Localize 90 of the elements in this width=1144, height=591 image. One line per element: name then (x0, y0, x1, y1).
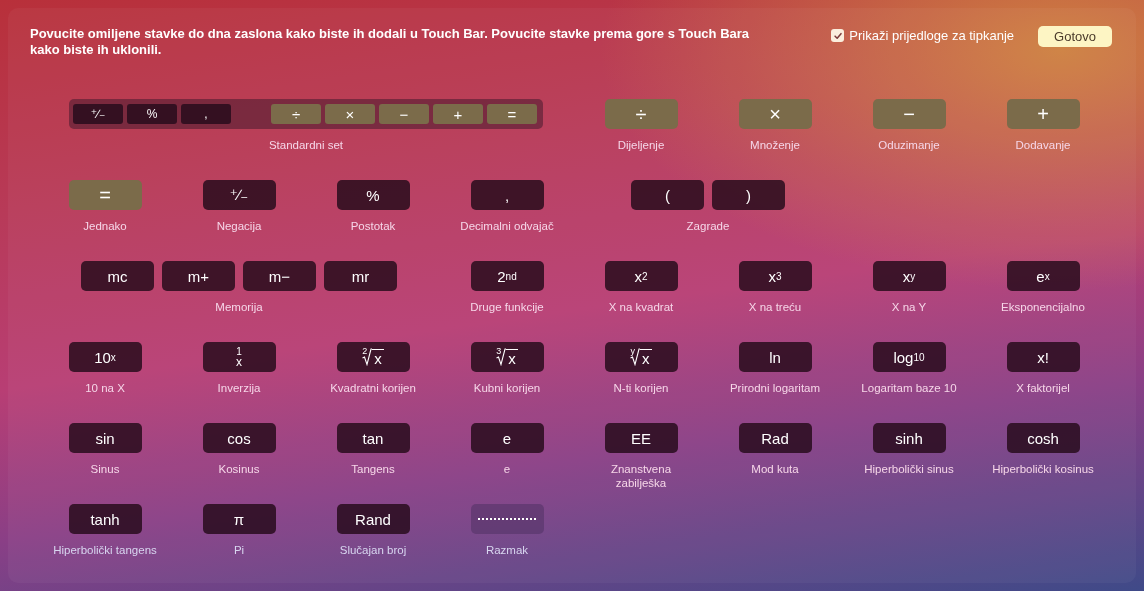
key-label: Pi (233, 543, 245, 557)
key-label: Hiperbolički tangens (53, 543, 157, 557)
calculator-key[interactable]: ÷ (604, 99, 678, 129)
key-label: X na kvadrat (608, 300, 674, 314)
calculator-key: % (127, 104, 177, 124)
key-label: Kubni korijen (473, 381, 541, 395)
calculator-key[interactable]: x$^{y}$ (872, 261, 946, 291)
key-label: Hiperbolički sinus (864, 462, 954, 476)
key-label: Mod kuta (751, 462, 799, 476)
key-label: Standardni set (268, 138, 344, 152)
calculator-key[interactable]: mr (324, 261, 397, 291)
calculator-key[interactable]: cos (202, 423, 276, 453)
key-label: Prirodni logaritam (729, 381, 821, 395)
calculator-key: , (181, 104, 231, 124)
checkbox-label[interactable]: Prikaži prijedloge za tipkanje (849, 28, 1015, 43)
checkbox[interactable] (831, 29, 845, 42)
calculator-key[interactable]: ⁺∕₋ (202, 180, 276, 210)
calculator-key[interactable]: , (470, 180, 544, 210)
key-label: Memorija (215, 300, 263, 314)
key-label: Inverzija (217, 381, 261, 395)
calculator-key[interactable]: m− (243, 261, 316, 291)
key-label: Zagrade (686, 219, 730, 233)
calculator-key[interactable]: 2 x (336, 342, 410, 372)
key-label: e (503, 462, 511, 476)
calculator-key[interactable]: tanh (68, 504, 142, 534)
calculator-key[interactable]: tan (336, 423, 410, 453)
spacer-key[interactable] (470, 504, 544, 534)
key-label: Sinus (90, 462, 120, 476)
done-button[interactable]: Gotovo (1038, 26, 1112, 47)
calculator-key[interactable]: = (68, 180, 142, 210)
calculator-key[interactable]: sinh (872, 423, 946, 453)
calculator-key[interactable]: + (1006, 99, 1080, 129)
standard-set-bar[interactable]: ⁺∕₋ % , ÷ × − + = (69, 99, 543, 129)
key-label: X na treću (748, 300, 802, 314)
radical-sign-icon (496, 347, 507, 366)
key-label: Druge funkcije (470, 300, 544, 314)
calculator-key: ÷ (271, 104, 321, 124)
calculator-key[interactable]: cosh (1006, 423, 1080, 453)
calculator-key[interactable]: y x (604, 342, 678, 372)
key-label: Kvadratni korijen (330, 381, 416, 395)
calculator-key[interactable]: Rand (336, 504, 410, 534)
calculator-key[interactable]: x! (1006, 342, 1080, 372)
calculator-key: ⁺∕₋ (73, 104, 123, 124)
key-label: Slučajan broj (339, 543, 407, 557)
calculator-key[interactable]: Rad (738, 423, 812, 453)
calculator-key[interactable]: × (738, 99, 812, 129)
calculator-key[interactable]: e (470, 423, 544, 453)
calculator-key[interactable]: 10$^{x}$ (68, 342, 142, 372)
calculator-key: × (325, 104, 375, 124)
key-label: 10 na X (85, 381, 125, 395)
key-label: Negacija (216, 219, 262, 233)
key-label: Postotak (350, 219, 396, 233)
calculator-key[interactable]: sin (68, 423, 142, 453)
key-label: N-ti korijen (613, 381, 669, 395)
key-label: Tangens (351, 462, 395, 476)
calculator-key[interactable]: 2$^{nd}$ (470, 261, 544, 291)
calculator-key[interactable]: 3 x (470, 342, 544, 372)
calculator-key: = (487, 104, 537, 124)
calculator-key[interactable]: − (872, 99, 946, 129)
key-label: Hiperbolički kosinus (992, 462, 1094, 476)
calculator-key[interactable]: ( (631, 180, 704, 210)
key-label: Množenje (750, 138, 800, 152)
calculator-key[interactable]: EE (604, 423, 678, 453)
calculator-key[interactable]: % (336, 180, 410, 210)
calculator-key[interactable]: m+ (162, 261, 235, 291)
key-label: X faktorijel (1016, 381, 1070, 395)
calculator-key: − (379, 104, 429, 124)
key-label: Dijeljenje (617, 138, 665, 152)
key-label: Razmak (485, 543, 529, 557)
calculator-key[interactable]: ) (712, 180, 785, 210)
radical-sign-icon (630, 347, 640, 366)
key-label: X na Y (891, 300, 927, 314)
key-label: Decimalni odvajač (460, 219, 554, 233)
key-label: Eksponencijalno (1001, 300, 1085, 314)
calculator-key[interactable]: e$^{x}$ (1006, 261, 1080, 291)
calculator-key[interactable]: π (202, 504, 276, 534)
calculator-key[interactable]: mc (81, 261, 154, 291)
calculator-key: + (433, 104, 483, 124)
key-label: Znanstvena zabilješka (610, 462, 672, 490)
key-label: Dodavanje (1015, 138, 1071, 152)
calculator-key[interactable]: 1 x (202, 342, 276, 372)
calculator-key[interactable]: ln (738, 342, 812, 372)
calculator-key[interactable]: x$^{3}$ (738, 261, 812, 291)
key-label: Kosinus (218, 462, 260, 476)
key-label: Oduzimanje (878, 138, 940, 152)
radical-sign-icon (362, 347, 373, 366)
calculator-key[interactable]: x$^{2}$ (604, 261, 678, 291)
key-label: Jednako (83, 219, 127, 233)
key-label: Logaritam baze 10 (861, 381, 957, 395)
instruction-text: Povucite omiljene stavke do dna zaslona kako biste ih dodali u Touch Bar. Povucite stavke prema gore s Touch Bara kako biste ih uklonili. (30, 26, 751, 58)
